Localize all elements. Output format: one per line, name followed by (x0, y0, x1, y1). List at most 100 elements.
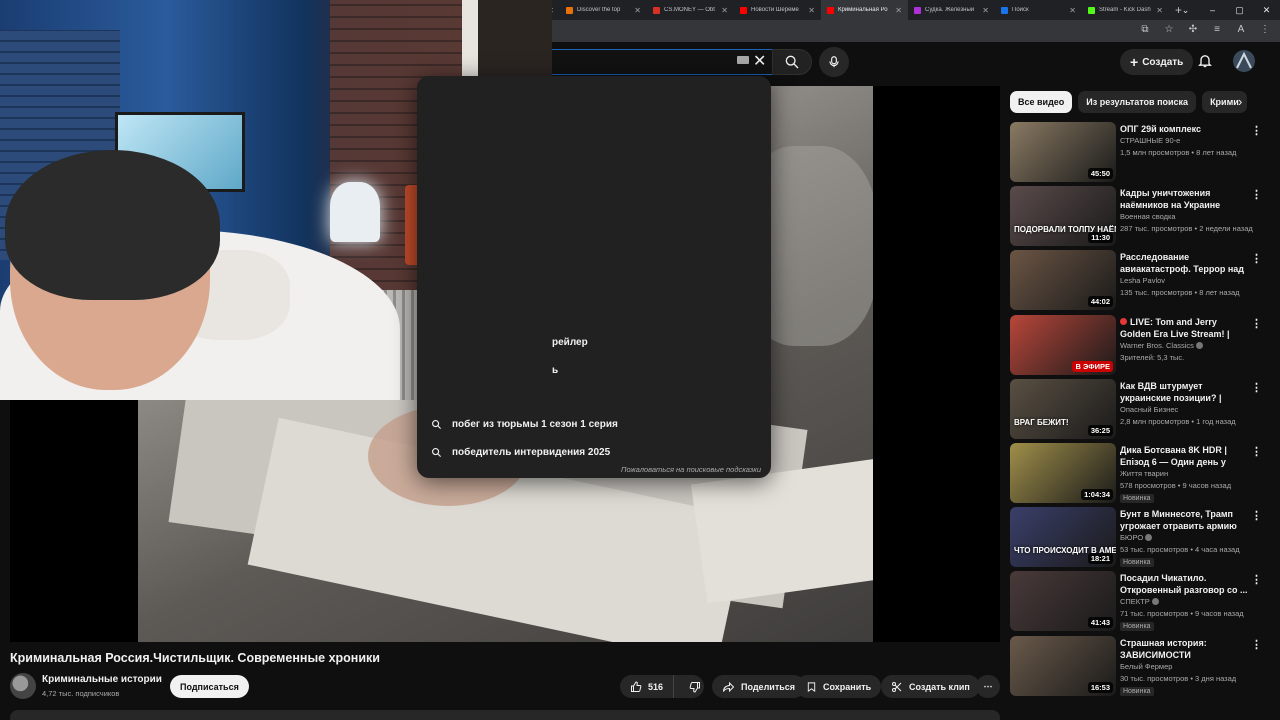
more-options-icon[interactable]: ⋮ (1251, 573, 1262, 586)
minimize-icon[interactable]: – (1199, 0, 1226, 20)
recommendation-channel[interactable]: Белый Фермер (1120, 662, 1172, 671)
browser-tab[interactable]: CS.MONEY — Obt ✕ (647, 0, 734, 20)
video-thumbnail[interactable]: ПОДОРВАЛИ ТОЛПУ НАЁМНИКОВ11:30 (1010, 186, 1116, 247)
account-avatar[interactable] (1233, 50, 1255, 72)
report-suggestions-link[interactable]: Пожаловаться на поисковые подсказки (621, 465, 761, 474)
description-box[interactable] (10, 710, 1000, 720)
recommendation-channel[interactable]: Warner Bros. Classics (1120, 341, 1203, 350)
translate-icon[interactable]: A (1234, 23, 1248, 37)
tab-search-icon[interactable]: ⌄ (1172, 0, 1199, 20)
tab-close-icon[interactable]: ✕ (1069, 6, 1076, 15)
recommendation-item[interactable]: 44:02 Расследование авиакатастроф. Террор… (1010, 250, 1272, 311)
recommendation-channel[interactable]: БЮРО (1120, 533, 1153, 542)
recommendation-item[interactable]: 41:43 Посадил Чикатило. Откровенный разго… (1010, 571, 1272, 632)
page-scrollbar[interactable] (1272, 80, 1280, 720)
recommendation-item[interactable]: В ЭФИРЕ LIVE: Tom and Jerry Golden Era Li… (1010, 314, 1272, 375)
browser-tab[interactable]: Новости Шереме ✕ (734, 0, 821, 20)
tab-close-icon[interactable]: ✕ (982, 6, 989, 15)
more-options-icon[interactable]: ⋮ (1251, 317, 1262, 330)
more-options-icon[interactable]: ⋮ (1251, 124, 1262, 137)
suggestion-item[interactable]: рейлер (417, 328, 771, 356)
share-button[interactable]: Поделиться (712, 675, 806, 698)
more-options-icon[interactable]: ⋮ (1251, 638, 1262, 651)
dislike-button[interactable] (680, 675, 710, 698)
chip-all-videos[interactable]: Все видео (1010, 91, 1073, 113)
tab-close-icon[interactable]: ✕ (634, 6, 641, 15)
tab-close-icon[interactable]: ✕ (808, 6, 815, 15)
recommendation-title[interactable]: LIVE: Tom and Jerry Golden Era Live Stre… (1120, 316, 1248, 340)
recommendation-title[interactable]: Дика Ботсвана 8K HDR | Епізод 6 — Один д… (1120, 444, 1248, 468)
more-options-icon[interactable]: ⋮ (1251, 252, 1262, 265)
like-button[interactable]: 516 (620, 675, 675, 698)
more-actions-button[interactable]: ⋯ (976, 675, 1000, 698)
channel-avatar[interactable] (10, 673, 36, 699)
keyboard-icon[interactable] (737, 56, 749, 64)
video-thumbnail[interactable]: ВРАГ БЕЖИТ! 36:25 (1010, 378, 1116, 439)
bookmark-star-icon[interactable]: ☆ (1162, 23, 1176, 37)
reading-list-icon[interactable]: ≡ (1210, 23, 1224, 37)
more-options-icon[interactable]: ⋮ (1251, 188, 1262, 201)
browser-tab[interactable]: Stream - Kick Dash ✕ (1082, 0, 1169, 20)
recommendation-item[interactable]: ВРАГ БЕЖИТ! 36:25 Как ВДВ штурмует украинс… (1010, 378, 1272, 439)
create-button[interactable]: + Создать (1120, 49, 1194, 75)
like-count: 516 (648, 681, 664, 692)
video-thumbnail[interactable]: 1:04:34 (1010, 443, 1116, 503)
clear-search-icon[interactable]: ✕ (753, 51, 766, 71)
video-thumbnail[interactable]: 16:53 (1010, 635, 1116, 696)
video-thumbnail[interactable]: 44:02 (1010, 250, 1116, 311)
tab-label: CS.MONEY — Obt (664, 7, 715, 13)
recommendation-item[interactable]: ПОДОРВАЛИ ТОЛПУ НАЁМНИКОВ11:30Кадры унич… (1010, 186, 1272, 247)
voice-search-button[interactable] (819, 47, 849, 77)
recommendation-item[interactable]: 1:04:34 Дика Ботсвана 8K HDR | Епізод 6 —… (1010, 443, 1272, 503)
suggestion-item[interactable]: побег из тюрьмы 1 сезон 1 серия (417, 410, 771, 438)
more-options-icon[interactable]: ⋮ (1251, 509, 1262, 522)
recommendation-title[interactable]: Посадил Чикатило. Откровенный разговор с… (1120, 572, 1248, 596)
search-button[interactable] (772, 49, 812, 75)
browser-tab[interactable]: Судка. Железный ✕ (908, 0, 995, 20)
recommendation-title-text: ОПГ 29й комплекс (1120, 124, 1201, 134)
recommendation-channel[interactable]: Опасный Бизнес (1120, 405, 1178, 414)
recommendation-channel[interactable]: Життя тварин (1120, 469, 1168, 478)
save-button[interactable]: Сохранить (796, 675, 882, 698)
video-thumbnail[interactable]: ЧТО ПРОИСХОДИТ В АМЕРИКЕ18:21 (1010, 507, 1116, 568)
suggestion-item[interactable]: ь (417, 356, 771, 384)
recommendation-title[interactable]: Кадры уничтожения наёмников на Украине (1120, 187, 1248, 211)
more-options-icon[interactable]: ⋮ (1251, 445, 1262, 458)
browser-menu-icon[interactable]: ⋮ (1258, 23, 1272, 37)
channel-name[interactable]: Криминальные истории (42, 674, 162, 685)
create-clip-button[interactable]: Создать клип (881, 675, 980, 698)
tab-close-icon[interactable]: ✕ (721, 6, 728, 15)
close-window-icon[interactable]: ✕ (1253, 0, 1280, 20)
tab-close-icon[interactable]: ✕ (895, 6, 902, 15)
recommendation-channel[interactable]: СПЕКТР (1120, 597, 1159, 606)
more-options-icon[interactable]: ⋮ (1251, 381, 1262, 394)
chevron-right-icon[interactable]: › (1238, 94, 1242, 109)
browser-tab[interactable]: Discover the top ✕ (560, 0, 647, 20)
tab-close-icon[interactable]: ✕ (1156, 6, 1163, 15)
video-thumbnail[interactable]: 41:43 (1010, 571, 1116, 632)
recommendation-title[interactable]: Как ВДВ штурмует украинские позиции? | Р… (1120, 380, 1248, 404)
recommendation-item[interactable]: ЧТО ПРОИСХОДИТ В АМЕРИКЕ18:21Бунт в Минн… (1010, 507, 1272, 568)
browser-tab[interactable]: Криминальная Ро ✕ (821, 0, 908, 20)
maximize-icon[interactable]: ▢ (1226, 0, 1253, 20)
share-icon (723, 681, 735, 692)
recommendation-item[interactable]: 16:53 Страшная история: ЗАВИСИМОСТИ Белый … (1010, 635, 1272, 696)
browser-tab[interactable]: Поиск ✕ (995, 0, 1082, 20)
video-thumbnail[interactable]: 45:50 (1010, 122, 1116, 182)
recommendation-title[interactable]: Страшная история: ЗАВИСИМОСТИ (1120, 637, 1248, 661)
recommendation-channel[interactable]: Военная сводка (1120, 212, 1176, 221)
extensions-icon[interactable]: ✣ (1186, 23, 1200, 37)
recommendation-channel[interactable]: СТРАШНЫЕ 90-е (1120, 136, 1180, 145)
recommendation-title[interactable]: Расследование авиакатастроф. Террор над … (1120, 251, 1248, 275)
recommendation-item[interactable]: 45:50 ОПГ 29й комплекс СТРАШНЫЕ 90-е 1,5 мл… (1010, 122, 1272, 182)
recommendation-title[interactable]: Бунт в Миннесоте, Трамп угрожает отравит… (1120, 508, 1248, 532)
recommendation-title[interactable]: ОПГ 29й комплекс (1120, 123, 1248, 135)
video-thumbnail[interactable]: В ЭФИРЕ (1010, 314, 1116, 375)
open-in-window-icon[interactable]: ⧉ (1138, 23, 1152, 37)
chip-from-search[interactable]: Из результатов поиска (1078, 91, 1197, 113)
subscribe-button[interactable]: Подписаться (170, 675, 249, 698)
notifications-bell-icon[interactable] (1197, 52, 1213, 74)
suggestion-item[interactable]: победитель интервидения 2025 (417, 438, 771, 466)
search-input[interactable] (520, 49, 772, 75)
recommendation-channel[interactable]: Lesha Pavlov (1120, 276, 1165, 285)
